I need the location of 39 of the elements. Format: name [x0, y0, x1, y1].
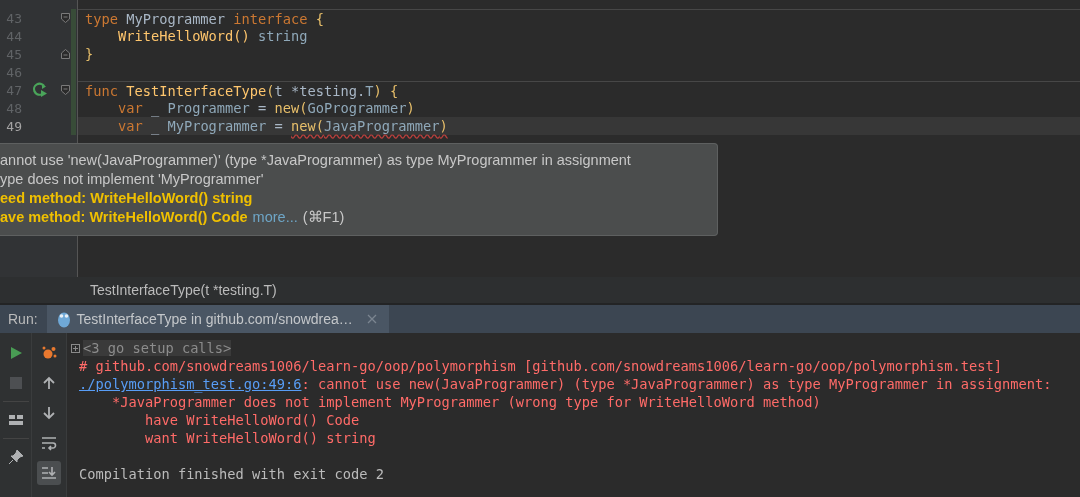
up-arrow-icon: [41, 375, 57, 391]
code-line: func TestInterfaceType(t *testing.T) {: [85, 82, 399, 99]
code-line: var _ MyProgrammer = new(JavaProgrammer): [116, 118, 448, 134]
breadcrumb[interactable]: TestInterfaceType(t *testing.T): [90, 282, 277, 298]
fold-icon[interactable]: [61, 49, 70, 59]
console-text: : cannot use new(JavaProgrammer) (type *JavaProgrammer) as type MyProgrammer in assignment:: [301, 376, 1052, 392]
fold-icon[interactable]: [61, 85, 70, 95]
shortcut-hint: (⌘F1): [302, 208, 345, 225]
stop-icon: [7, 375, 24, 391]
code-line: type MyProgrammer interface {: [85, 10, 324, 27]
run-label: Run:: [7, 311, 39, 327]
line-number: 49: [5, 118, 22, 134]
code-line: var _ Programmer = new(GoProgrammer): [116, 100, 415, 116]
console-text[interactable]: <3 go setup calls>: [83, 340, 232, 356]
console-text: *JavaProgrammer does not implement MyProgrammer (wrong type for WriteHelloWord method): [110, 394, 821, 410]
code-line: }: [85, 46, 94, 62]
file-link[interactable]: ./polymorphism_test.go:49:6: [79, 376, 302, 392]
code-line: WriteHelloWord() string: [116, 28, 308, 44]
console-text: have WriteHelloWord() Code: [143, 412, 360, 428]
bug-icon: [41, 345, 57, 361]
more-link[interactable]: more...: [252, 208, 298, 225]
tooltip-text: eed method: WriteHelloWord() string: [0, 189, 253, 206]
console-text: # github.com/snowdreams1006/learn-go/oop/polymorphism [github.com/snowdreams1006/learn-go/oop/polymorphism.test]: [79, 358, 1002, 374]
console-text: Compilation finished with exit code 2: [79, 466, 384, 482]
tooltip-text: annot use 'new(JavaProgrammer)' (type *JavaProgrammer) as type MyProgrammer in assignment: [0, 151, 631, 168]
console-text: want WriteHelloWord() string: [143, 430, 376, 446]
down-arrow-icon: [41, 405, 57, 421]
expand-icon[interactable]: [71, 343, 80, 353]
tooltip-text: ave method: WriteHelloWord() Code: [0, 208, 248, 225]
layout-icon: [7, 412, 24, 428]
scroll-to-end-button[interactable]: [37, 461, 61, 485]
run-test-icon[interactable]: [32, 82, 48, 98]
pin-icon: [7, 449, 24, 465]
run-tab[interactable]: TestInterfaceType in github.com/snowdrea…: [46, 305, 389, 333]
scroll-to-end-icon: [41, 465, 57, 481]
fold-icon[interactable]: [61, 13, 70, 23]
wrap-icon: [41, 435, 57, 451]
mascot-icon: [56, 310, 71, 328]
tooltip-text: ype does not implement 'MyProgrammer': [0, 170, 264, 187]
